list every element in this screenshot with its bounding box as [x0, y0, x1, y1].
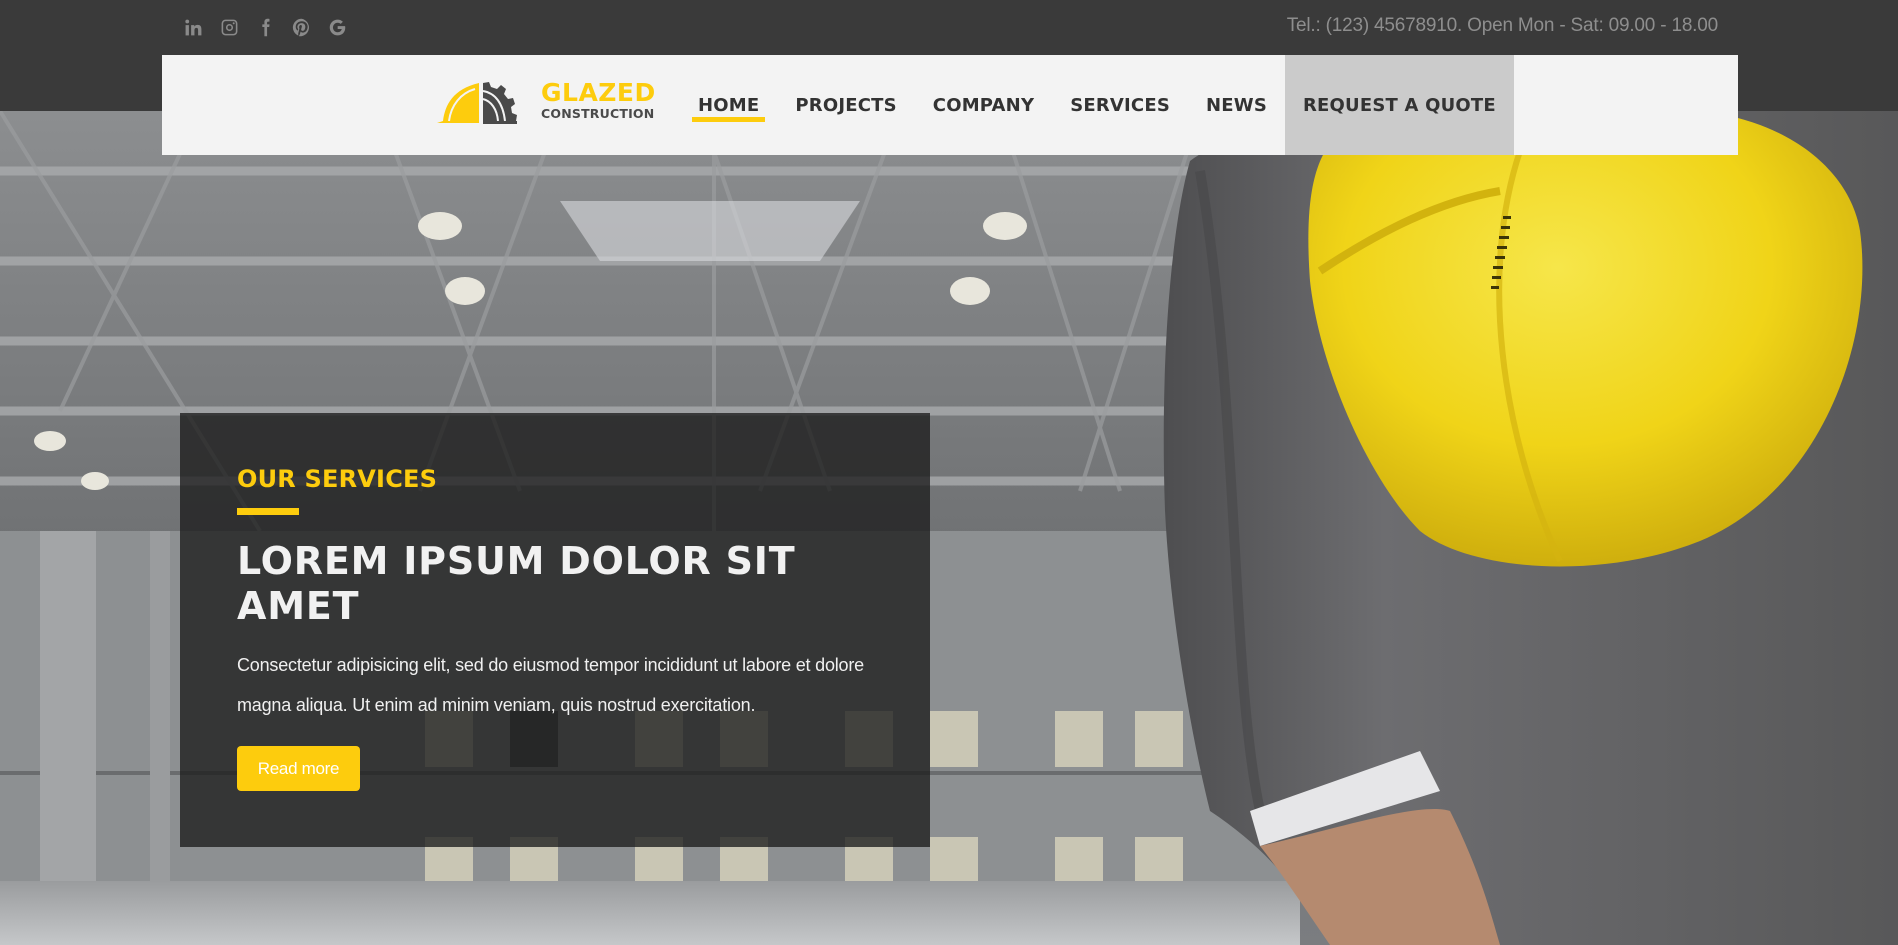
read-more-button[interactable]: Read more: [237, 746, 360, 791]
request-quote-button[interactable]: REQUEST A QUOTE: [1285, 55, 1514, 155]
hero-section: OUR SERVICES LOREM IPSUM DOLOR SIT AMET …: [0, 111, 1898, 945]
nav-menu: HOME PROJECTS COMPANY SERVICES NEWS REQU…: [680, 55, 1514, 155]
eyebrow-accent-bar: [237, 508, 299, 515]
hardhat-gear-icon: [437, 82, 517, 124]
nav-item-projects[interactable]: PROJECTS: [777, 55, 914, 155]
nav-item-company[interactable]: COMPANY: [915, 55, 1052, 155]
hero-description: Consectetur adipisicing elit, sed do eiu…: [237, 655, 864, 715]
pinterest-icon[interactable]: [290, 14, 313, 40]
google-icon[interactable]: [326, 14, 349, 40]
contact-info: Tel.: (123) 45678910. Open Mon - Sat: 09…: [1286, 15, 1719, 36]
brand-tagline: CONSTRUCTION: [541, 106, 655, 121]
main-navigation: GLAZED CONSTRUCTION HOME PROJECTS COMPAN…: [162, 55, 1738, 155]
facebook-icon[interactable]: [254, 14, 277, 40]
nav-item-news[interactable]: NEWS: [1188, 55, 1285, 155]
instagram-icon[interactable]: [218, 14, 241, 40]
brand-logo[interactable]: GLAZED CONSTRUCTION: [435, 77, 656, 125]
brand-name: GLAZED: [541, 78, 656, 107]
nav-item-home[interactable]: HOME: [680, 55, 777, 155]
social-links: [182, 14, 349, 40]
hero-headline: LOREM IPSUM DOLOR SIT AMET: [237, 539, 796, 628]
hero-overlay-card: OUR SERVICES LOREM IPSUM DOLOR SIT AMET …: [180, 413, 930, 847]
linkedin-icon[interactable]: [182, 14, 205, 40]
section-eyebrow: OUR SERVICES: [237, 465, 438, 493]
nav-item-services[interactable]: SERVICES: [1052, 55, 1188, 155]
